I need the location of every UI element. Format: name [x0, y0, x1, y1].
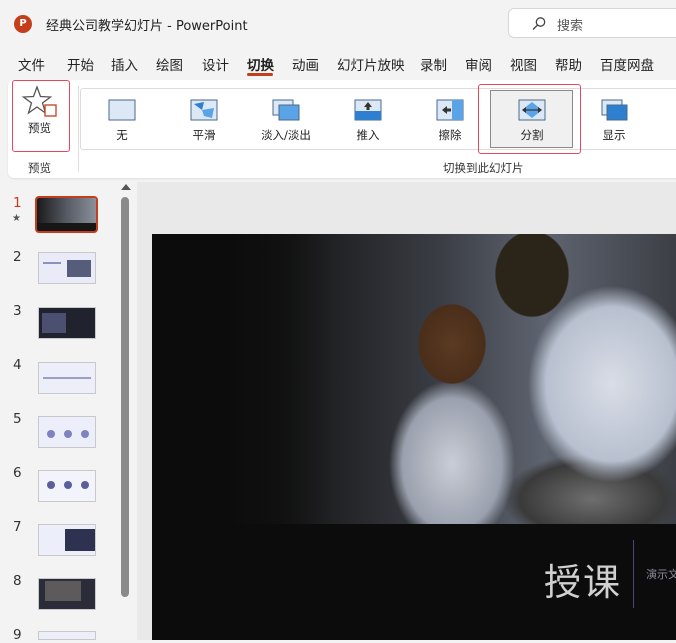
transition-wipe[interactable]: 擦除 — [418, 96, 482, 146]
slide-number-1: 1 — [13, 195, 22, 211]
slide-thumbnail-2[interactable] — [38, 252, 96, 284]
slide-thumbnail-3[interactable] — [38, 307, 96, 339]
tab-transitions[interactable]: 切换 — [247, 54, 274, 74]
split-transition-icon — [518, 99, 546, 121]
morph-transition-icon — [190, 99, 218, 121]
slide-thumbnail-6-dot — [47, 481, 55, 489]
slide-title-divider — [633, 540, 634, 608]
tab-baidu-netdisk[interactable]: 百度网盘 — [600, 54, 654, 74]
slide-thumbnail-4-text — [43, 377, 91, 379]
powerpoint-logo-icon: P — [14, 15, 35, 33]
transition-none[interactable]: 无 — [90, 96, 154, 146]
slide-thumbnail-5-dot — [81, 430, 89, 438]
ribbon-divider — [78, 86, 79, 172]
wipe-transition-icon — [436, 99, 464, 121]
transition-push[interactable]: 推入 — [336, 96, 400, 146]
window-title: 经典公司教学幻灯片 - PowerPoint — [46, 19, 248, 34]
preview-star-icon — [21, 85, 57, 117]
tab-view[interactable]: 视图 — [510, 54, 537, 74]
tab-record[interactable]: 录制 — [420, 54, 447, 74]
transition-split[interactable]: 分割 — [500, 96, 564, 146]
push-transition-icon — [354, 99, 382, 121]
transition-reveal[interactable]: 显示 — [582, 96, 646, 146]
animation-star-icon: ★ — [12, 213, 21, 224]
slide-thumbnail-8[interactable] — [38, 578, 96, 610]
slide-number-5: 5 — [13, 411, 22, 427]
slide-subtitle[interactable]: 演示文 — [646, 566, 676, 582]
transition-morph-label: 平滑 — [192, 128, 216, 142]
ribbon-tabs: 文件 开始 插入 绘图 设计 切换 动画 幻灯片放映 录制 审阅 视图 帮助 百… — [0, 48, 676, 78]
slide-thumbnail-5[interactable] — [38, 416, 96, 448]
slide-thumbnail-7-image — [65, 529, 95, 551]
tab-animations[interactable]: 动画 — [292, 54, 319, 74]
slide-thumbnail-6-dot — [81, 481, 89, 489]
tab-review[interactable]: 审阅 — [465, 54, 492, 74]
transition-reveal-label: 显示 — [602, 128, 626, 142]
tab-draw[interactable]: 绘图 — [156, 54, 183, 74]
slide-thumbnail-7[interactable] — [38, 524, 96, 556]
tab-help[interactable]: 帮助 — [555, 54, 582, 74]
slide-thumbnail-1-band — [37, 223, 96, 231]
tab-home[interactable]: 开始 — [67, 54, 94, 74]
fade-transition-icon — [272, 99, 300, 121]
slide-number-4: 4 — [13, 357, 22, 373]
transition-none-label: 无 — [116, 128, 128, 142]
slide-thumbnail-8-image — [45, 581, 81, 601]
transitions-group-label: 切换到此幻灯片 — [443, 161, 524, 175]
title-bar: P 经典公司教学幻灯片 - PowerPoint 搜索 — [0, 0, 676, 46]
transition-fade[interactable]: 淡入/淡出 — [254, 96, 318, 146]
slide-number-7: 7 — [13, 519, 22, 535]
preview-group-label: 预览 — [28, 161, 51, 175]
slide-photo — [152, 234, 676, 524]
slide-thumbnail-6[interactable] — [38, 470, 96, 502]
tab-file[interactable]: 文件 — [18, 54, 45, 74]
main-slide[interactable]: 授课 演示文 — [152, 234, 676, 640]
tab-insert[interactable]: 插入 — [111, 54, 138, 74]
active-tab-indicator — [247, 73, 273, 76]
slide-number-3: 3 — [13, 303, 22, 319]
slide-thumbnail-2-image — [67, 260, 91, 277]
slide-title[interactable]: 授课 — [544, 552, 622, 606]
transition-wipe-label: 擦除 — [438, 128, 462, 142]
slide-number-9: 9 — [13, 627, 22, 643]
tab-slideshow[interactable]: 幻灯片放映 — [337, 54, 405, 74]
slide-number-8: 8 — [13, 573, 22, 589]
slide-thumbnail-5-dot — [64, 430, 72, 438]
transition-morph[interactable]: 平滑 — [172, 96, 236, 146]
search-placeholder: 搜索 — [557, 19, 584, 34]
slide-thumbnail-2-text — [43, 262, 61, 264]
slide-thumbnail-4[interactable] — [38, 362, 96, 394]
scroll-up-arrow-icon[interactable] — [121, 184, 131, 190]
preview-button-label: 预览 — [28, 121, 51, 135]
slide-number-2: 2 — [13, 249, 22, 265]
tab-design[interactable]: 设计 — [202, 54, 229, 74]
reveal-transition-icon — [601, 99, 628, 121]
slide-thumbnail-1[interactable] — [35, 196, 98, 233]
thumbnail-scrollbar[interactable] — [121, 197, 129, 597]
slide-thumbnail-3-image — [42, 313, 66, 333]
preview-button[interactable] — [12, 80, 70, 152]
search-box[interactable]: 搜索 — [508, 8, 676, 38]
slide-thumbnail-5-dot — [47, 430, 55, 438]
search-icon — [532, 17, 546, 30]
transition-split-label: 分割 — [520, 128, 544, 142]
slide-number-6: 6 — [13, 465, 22, 481]
slide-thumbnail-9[interactable] — [38, 631, 96, 640]
none-transition-icon — [108, 99, 136, 121]
transition-fade-label: 淡入/淡出 — [261, 128, 311, 142]
transition-push-label: 推入 — [356, 128, 380, 142]
slide-thumbnail-6-dot — [64, 481, 72, 489]
